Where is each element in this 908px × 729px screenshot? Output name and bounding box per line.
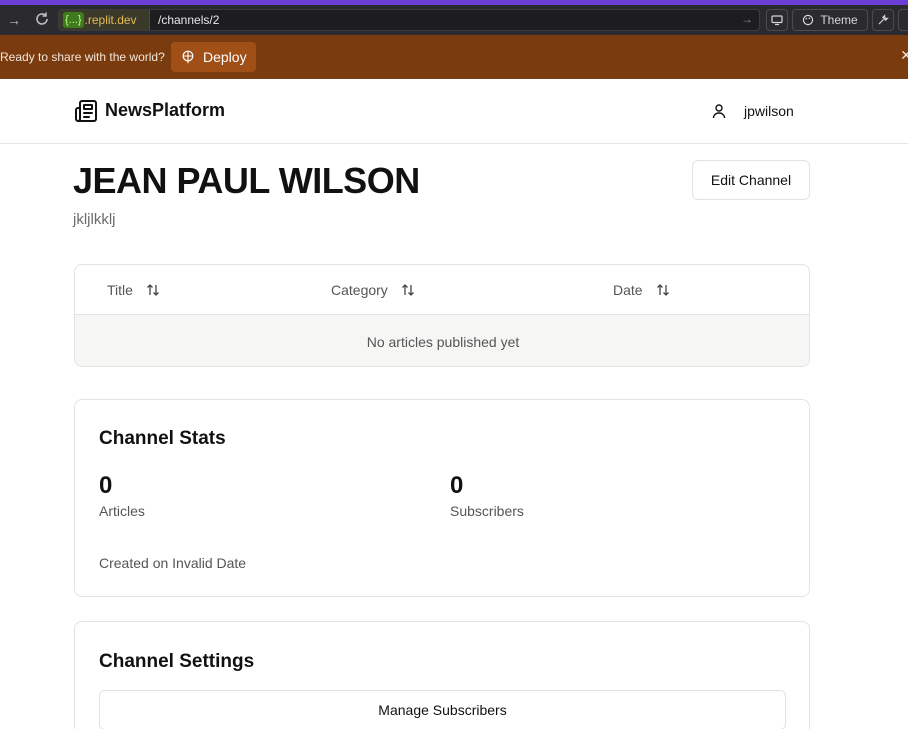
theme-label: Theme — [820, 13, 858, 27]
deploy-banner: Ready to share with the world? Deploy ✕ — [0, 35, 908, 79]
deploy-button[interactable]: Deploy — [171, 42, 256, 72]
newspaper-icon — [75, 100, 97, 122]
reload-icon[interactable] — [32, 11, 52, 30]
sort-icon — [146, 284, 159, 296]
channel-stats-heading: Channel Stats — [99, 428, 226, 449]
articles-table: Title Category Date No articles publishe… — [74, 264, 810, 367]
created-date: Created on Invalid Date — [99, 555, 247, 571]
url-domain: .replit.dev — [84, 13, 137, 27]
edit-channel-button[interactable]: Edit Channel — [692, 160, 810, 200]
devtools-monitor-button[interactable] — [766, 9, 788, 31]
close-banner-icon[interactable]: ✕ — [900, 47, 908, 64]
column-header-category-label: Category — [331, 282, 388, 298]
monitor-icon — [771, 15, 783, 26]
browser-bar: → {...} .replit.dev /channels/2 → Theme — [0, 5, 908, 35]
subscribers-count: 0 — [450, 472, 464, 499]
subscribers-count-label: Subscribers — [450, 503, 524, 519]
articles-count: 0 — [99, 472, 113, 499]
site-logo-text[interactable]: NewsPlatform — [105, 100, 225, 121]
sort-icon — [401, 284, 414, 296]
articles-count-label: Articles — [99, 503, 145, 519]
deploy-banner-text: Ready to share with the world? — [0, 50, 165, 64]
page-title: JEAN PAUL WILSON — [73, 160, 420, 201]
url-bar[interactable]: {...} .replit.dev /channels/2 → — [58, 9, 760, 31]
username-link[interactable]: jpwilson — [744, 103, 794, 119]
column-header-date-label: Date — [613, 282, 643, 298]
theme-button[interactable]: Theme — [792, 9, 868, 31]
channel-description: jkljlkklj — [73, 211, 116, 228]
tools-button[interactable] — [872, 9, 894, 31]
url-domain-chip: {...} .replit.dev — [59, 10, 150, 30]
url-brace: {...} — [63, 12, 84, 28]
table-empty-message: No articles published yet — [75, 314, 809, 366]
column-header-title[interactable]: Title — [107, 282, 161, 298]
wrench-icon — [878, 14, 889, 25]
channel-stats-card: Channel Stats 0 Articles 0 Subscribers C… — [74, 399, 810, 597]
go-arrow-icon[interactable]: → — [741, 12, 753, 26]
deploy-button-label: Deploy — [203, 49, 247, 65]
sort-icon — [656, 284, 669, 296]
url-path: /channels/2 — [158, 13, 220, 27]
column-header-category[interactable]: Category — [331, 282, 416, 298]
channel-settings-heading: Channel Settings — [99, 651, 255, 672]
manage-subscribers-button[interactable]: Manage Subscribers — [99, 690, 786, 729]
site-header: NewsPlatform jpwilson — [0, 79, 908, 144]
extra-toolbar-button[interactable] — [898, 9, 908, 31]
column-header-title-label: Title — [107, 282, 133, 298]
channel-settings-card: Channel Settings Manage Subscribers — [74, 621, 810, 729]
palette-icon — [803, 14, 814, 26]
user-icon[interactable] — [711, 103, 727, 119]
column-header-date[interactable]: Date — [613, 282, 671, 298]
deploy-icon — [182, 50, 194, 64]
forward-icon[interactable]: → — [4, 12, 24, 28]
